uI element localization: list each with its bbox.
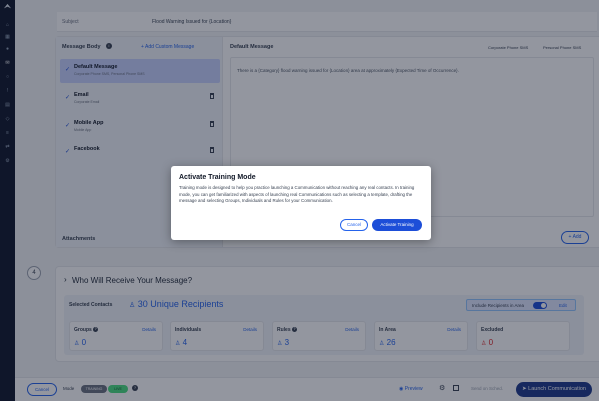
- dialog-body: Training mode is designed to help you pr…: [179, 185, 415, 204]
- activate-training-button[interactable]: Activate Training: [372, 219, 422, 231]
- dialog-title: Activate Training Mode: [179, 174, 256, 181]
- dialog-cancel-button[interactable]: Cancel: [340, 219, 368, 231]
- training-mode-dialog: Activate Training Mode Training mode is …: [171, 166, 431, 240]
